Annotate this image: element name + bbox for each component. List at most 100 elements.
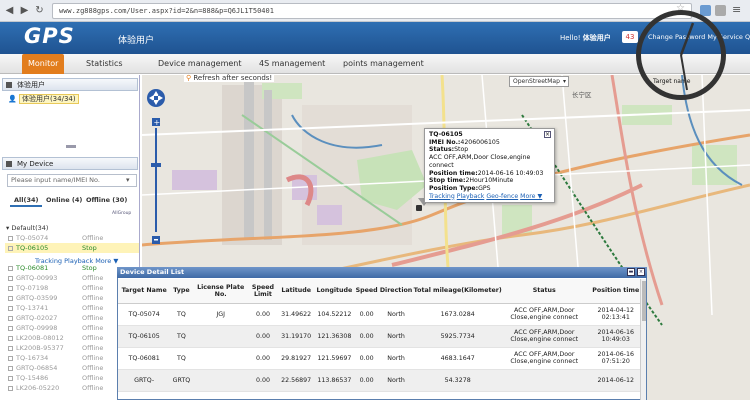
- clock-hands-icon: [679, 22, 695, 91]
- column-header[interactable]: Target Name: [118, 279, 171, 304]
- checkbox[interactable]: [8, 376, 13, 381]
- table-cell: 0.00: [353, 347, 380, 370]
- position-type-value: GPS: [478, 184, 491, 192]
- table-cell: 104.52212: [315, 303, 354, 326]
- clock-watermark-icon: [636, 10, 726, 100]
- reload-icon[interactable]: ↻: [33, 4, 46, 17]
- column-header[interactable]: Total mileage(Kilometer): [412, 279, 503, 304]
- device-search-input[interactable]: Please input name/IMEI No.: [7, 174, 137, 187]
- list-item[interactable]: TQ-06105 Stop: [5, 243, 139, 253]
- close-icon[interactable]: ×: [637, 268, 645, 276]
- geofence-link[interactable]: Geo-fence: [486, 193, 518, 200]
- table-row[interactable]: GRTQ- GRTQ 0.00 22.56897 113.86537 0.00 …: [118, 369, 646, 392]
- menu-points-management[interactable]: points management: [337, 54, 430, 74]
- more-link[interactable]: More ▼: [520, 193, 542, 200]
- checkbox[interactable]: [8, 306, 13, 311]
- svg-text:+: +: [154, 118, 161, 127]
- menu-icon[interactable]: ≡: [732, 3, 741, 16]
- table-cell: ACC OFF,ARM,Door Close,engine connect: [503, 347, 586, 370]
- imei-label: IMEI No.:: [429, 138, 461, 146]
- checkbox[interactable]: [8, 336, 13, 341]
- tracking-link[interactable]: Tracking: [429, 193, 455, 200]
- column-header[interactable]: Latitude: [277, 279, 316, 304]
- checkbox[interactable]: [8, 246, 13, 251]
- device-info-popup: × TQ-06105 IMEI No.:4206006105 Status:St…: [424, 128, 555, 203]
- table-cell: [192, 369, 249, 392]
- menu-4s-management[interactable]: 4S management: [253, 54, 331, 74]
- map-type-select[interactable]: OpenStreetMap ▾: [509, 76, 569, 87]
- checkbox[interactable]: [8, 366, 13, 371]
- checkbox[interactable]: [8, 296, 13, 301]
- table-cell: [503, 369, 586, 392]
- device-panel-header: My Device: [2, 157, 138, 170]
- user-node[interactable]: 体验用户(34/34): [18, 94, 79, 104]
- menu-device-management[interactable]: Device management: [152, 54, 248, 74]
- tab-online[interactable]: Online (4): [42, 193, 86, 207]
- table-cell: 121.59697: [315, 347, 354, 370]
- menu-statistics[interactable]: Statistics: [80, 54, 129, 74]
- back-icon[interactable]: ◀: [3, 4, 16, 17]
- position-time-value: 2014-06-16 10:49:03: [477, 169, 544, 177]
- chevron-down-icon[interactable]: ▾: [126, 176, 130, 184]
- gps-logo: GPS: [24, 24, 75, 48]
- checkbox[interactable]: [8, 326, 13, 331]
- table-row[interactable]: TQ-05074 TQ JGJ 0.00 31.49622 104.52212 …: [118, 303, 646, 326]
- table-cell: ACC OFF,ARM,Door Close,engine connect: [503, 325, 586, 348]
- column-header[interactable]: License Plate No.: [192, 279, 249, 304]
- imei-value: 4206006105: [460, 138, 500, 146]
- checkbox[interactable]: [8, 266, 13, 271]
- list-item[interactable]: TQ-05074 Offline: [5, 233, 139, 243]
- table-cell: North: [379, 303, 413, 326]
- group-node[interactable]: ▾ Default(34): [6, 224, 48, 232]
- table-cell: TQ: [170, 325, 193, 348]
- checkbox[interactable]: [8, 276, 13, 281]
- zoom-control[interactable]: +: [146, 88, 166, 248]
- checkbox[interactable]: [8, 356, 13, 361]
- place-label: 长宁区: [572, 91, 592, 99]
- table-cell: [192, 347, 249, 370]
- checkbox[interactable]: [8, 236, 13, 241]
- table-scrollbar[interactable]: [640, 279, 646, 400]
- table-cell: 2014-06-16 07:51:20: [585, 347, 646, 370]
- minimize-icon[interactable]: ▬: [627, 268, 635, 276]
- table-cell: JGJ: [192, 303, 249, 326]
- stop-time-label: Stop time:: [429, 177, 466, 185]
- chevron-down-icon: ▾: [562, 78, 566, 85]
- menu-monitor[interactable]: Monitor: [22, 54, 65, 74]
- address-bar[interactable]: www.zg888gps.com/User.aspx?id=2&n=888&p=…: [52, 3, 692, 19]
- table-cell: 121.36308: [315, 325, 354, 348]
- table-cell: TQ: [170, 347, 193, 370]
- position-type-label: Position Type:: [429, 184, 479, 192]
- all-group-link[interactable]: AllGroup: [112, 211, 131, 216]
- user-tree[interactable]: 👤 体验用户(34/34): [8, 94, 79, 104]
- checkbox[interactable]: [8, 346, 13, 351]
- table-cell: 31.19170: [277, 325, 316, 348]
- table-cell: GRTQ-: [118, 369, 171, 392]
- checkbox[interactable]: [8, 386, 13, 391]
- message-count-badge[interactable]: 43: [622, 31, 638, 43]
- checkbox[interactable]: [8, 286, 13, 291]
- table-cell: 0.00: [248, 325, 278, 348]
- table-cell: ACC OFF,ARM,Door Close,engine connect: [503, 303, 586, 326]
- column-header[interactable]: Type: [170, 279, 193, 304]
- tab-all[interactable]: All(34): [10, 193, 43, 207]
- column-header[interactable]: Direction: [379, 279, 413, 304]
- column-header[interactable]: Speed: [353, 279, 380, 304]
- playback-link[interactable]: Playback: [457, 193, 485, 200]
- close-icon[interactable]: ×: [544, 131, 551, 138]
- column-header[interactable]: Longitude: [315, 279, 354, 304]
- table-row[interactable]: TQ-06105 TQ 0.00 31.19170 121.36308 0.00…: [118, 325, 646, 348]
- detail-window-title[interactable]: Device Detail List: [117, 267, 647, 278]
- tab-offline[interactable]: Offline (30): [82, 193, 131, 207]
- device-action-links[interactable]: Tracking Playback More ▼: [35, 257, 118, 265]
- checkbox[interactable]: [8, 316, 13, 321]
- table-cell: 2014-04-12 02:13:41: [585, 303, 646, 326]
- column-header[interactable]: Speed Limit: [248, 279, 278, 304]
- forward-icon[interactable]: ▶: [18, 4, 31, 17]
- scrollbar-thumb[interactable]: [642, 281, 646, 321]
- column-header[interactable]: Position time: [585, 279, 646, 304]
- table-row[interactable]: TQ-06081 TQ 0.00 29.81927 121.59697 0.00…: [118, 347, 646, 370]
- table-cell: 31.49622: [277, 303, 316, 326]
- column-header[interactable]: Status: [503, 279, 586, 304]
- splitter-handle[interactable]: [66, 145, 76, 148]
